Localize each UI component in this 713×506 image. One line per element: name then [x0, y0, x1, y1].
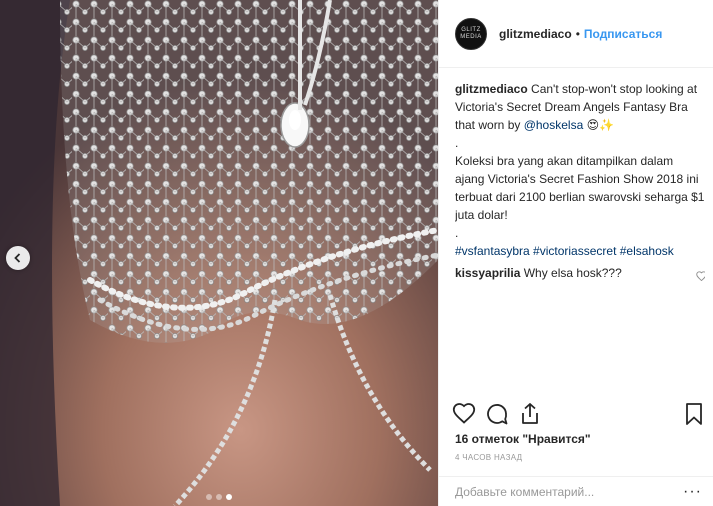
caption: glitzmediaco Can't stop-won't stop looki…: [455, 80, 705, 260]
comment-icon: [487, 404, 508, 425]
post-side-panel: GLITZ MEDIA glitzmediaco • Подписаться g…: [438, 0, 713, 506]
caption-dot: .: [455, 226, 459, 240]
share-icon: [522, 403, 538, 424]
comment-text: Why elsa hosk???: [520, 266, 622, 280]
caption-username[interactable]: glitzmediaco: [455, 82, 528, 96]
follow-button[interactable]: Подписаться: [584, 27, 662, 41]
add-comment-input[interactable]: [455, 484, 684, 499]
comment-like-button[interactable]: [696, 268, 705, 286]
carousel-indicator: [0, 494, 438, 500]
comment-button[interactable]: [485, 402, 509, 429]
avatar[interactable]: GLITZ MEDIA: [455, 17, 487, 50]
action-bar: [452, 402, 708, 426]
username-link[interactable]: glitzmediaco: [499, 27, 572, 41]
separator-bullet: •: [575, 26, 580, 41]
likes-count[interactable]: 16 отметок "Нравится": [455, 432, 591, 446]
comment: kissyaprilia Why elsa hosk???: [455, 264, 705, 282]
hashtags-link[interactable]: #vsfantasybra #victoriassecret #elsahosk: [455, 242, 705, 260]
carousel-dot: [216, 494, 222, 500]
instagram-post: GLITZ MEDIA glitzmediaco • Подписаться g…: [0, 0, 713, 506]
avatar-text: GLITZ MEDIA: [460, 26, 482, 40]
save-button[interactable]: [684, 402, 704, 429]
bookmark-icon: [686, 403, 702, 425]
post-photo[interactable]: [0, 0, 438, 506]
chevron-left-icon: [14, 253, 21, 263]
mention-link[interactable]: @hoskelsa: [524, 118, 584, 132]
comment-username[interactable]: kissyaprilia: [455, 266, 520, 280]
more-options-button[interactable]: ···: [683, 483, 702, 501]
jeweled-bra-image: [0, 0, 438, 506]
comments-area: glitzmediaco Can't stop-won't stop looki…: [455, 80, 705, 396]
share-button[interactable]: [518, 402, 542, 429]
heart-icon: [696, 271, 705, 282]
carousel-dot: [206, 494, 212, 500]
carousel-prev-button[interactable]: [6, 246, 30, 270]
heart-icon: [452, 403, 476, 424]
carousel-dot-active: [226, 494, 232, 500]
add-comment-bar: ···: [439, 476, 713, 506]
caption-emoji: 😍✨: [583, 118, 615, 132]
post-timestamp[interactable]: 4 часов назад: [455, 453, 522, 462]
like-button[interactable]: [452, 402, 476, 427]
caption-dot: .: [455, 136, 459, 150]
caption-body: Koleksi bra yang akan ditampilkan dalam …: [455, 154, 705, 222]
post-header: GLITZ MEDIA glitzmediaco • Подписаться: [439, 0, 713, 68]
